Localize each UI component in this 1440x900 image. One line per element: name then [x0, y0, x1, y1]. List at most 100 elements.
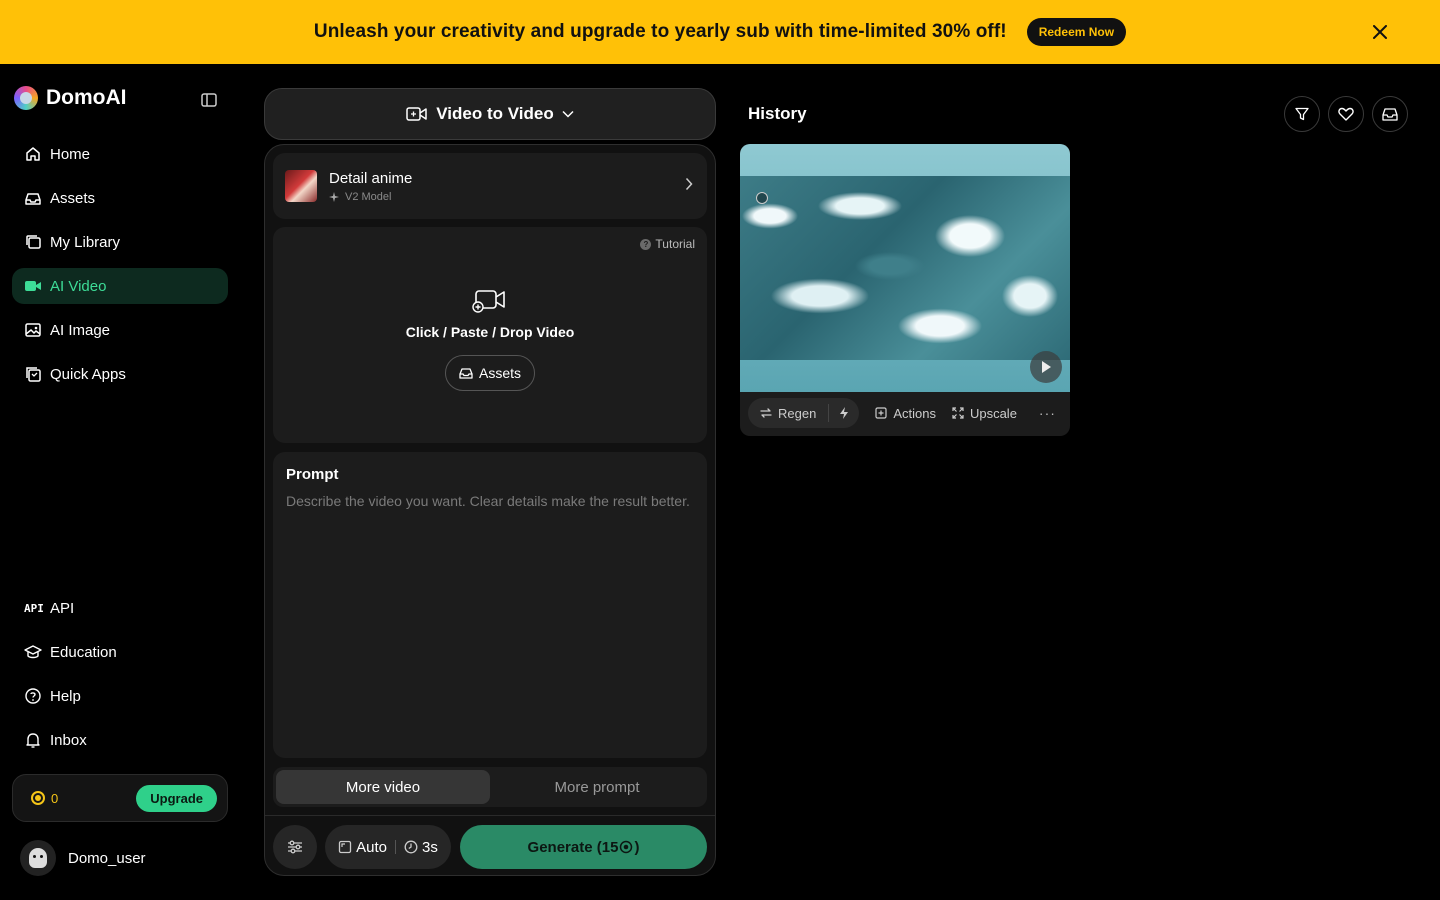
- help-icon: [25, 688, 41, 704]
- assets-button[interactable]: [1372, 96, 1408, 132]
- credit-count: 0: [51, 790, 59, 806]
- settings-button[interactable]: [273, 825, 317, 869]
- params-button[interactable]: Auto 3s: [325, 825, 451, 869]
- ocean-waves-image: [740, 176, 1070, 360]
- model-name: Detail anime: [329, 169, 413, 187]
- user-profile[interactable]: Domo_user: [20, 840, 146, 876]
- sidebar-item-label: Quick Apps: [50, 365, 126, 383]
- sidebar-item-ai-video[interactable]: AI Video: [12, 268, 228, 304]
- actions-label: Actions: [893, 405, 936, 421]
- favorites-button[interactable]: [1328, 96, 1364, 132]
- credits-box: 0 Upgrade: [12, 774, 228, 822]
- generate-button[interactable]: Generate (15 ): [460, 825, 707, 869]
- sidebar-item-home[interactable]: Home: [12, 136, 228, 172]
- sidebar-item-label: AI Image: [50, 321, 111, 339]
- heart-icon: [1338, 107, 1354, 121]
- video-camera-icon: [25, 281, 41, 291]
- sidebar-item-my-library[interactable]: My Library: [12, 224, 228, 260]
- sidebar-item-quick-apps[interactable]: Quick Apps: [12, 356, 228, 392]
- model-selector[interactable]: Detail anime V2 Model: [273, 153, 707, 219]
- clock-icon: [404, 840, 418, 854]
- help-icon: ?: [640, 238, 652, 250]
- mode-label: Video to Video: [436, 104, 554, 123]
- library-icon: [26, 235, 41, 249]
- prompt-title: Prompt: [286, 466, 339, 483]
- assets-icon: [25, 193, 41, 205]
- assets-icon: [1382, 108, 1398, 121]
- sidebar-item-help[interactable]: Help: [12, 678, 228, 714]
- regen-label: Regen: [778, 405, 817, 421]
- assets-button[interactable]: Assets: [445, 355, 535, 391]
- filter-icon: [1295, 107, 1309, 121]
- aspect-ratio-icon: [338, 840, 352, 854]
- avatar: [20, 840, 56, 876]
- upgrade-button[interactable]: Upgrade: [136, 784, 217, 812]
- more-options-icon[interactable]: ···: [1039, 405, 1056, 421]
- refresh-icon: [760, 408, 772, 418]
- logo-icon: [14, 86, 38, 110]
- emphasis-toggle: More video More prompt: [273, 767, 707, 807]
- apps-icon: [26, 367, 41, 382]
- generate-bar: Auto 3s Generate (15 ): [265, 815, 715, 875]
- actions-button[interactable]: Actions: [875, 406, 936, 421]
- sidebar-item-api[interactable]: API API: [12, 590, 228, 626]
- model-thumbnail: [285, 170, 317, 202]
- sidebar-item-label: Help: [50, 687, 81, 705]
- upscale-label: Upscale: [969, 405, 1017, 421]
- prompt-area[interactable]: Prompt Describe the video you want. Clea…: [273, 452, 707, 758]
- sparkle-icon: [329, 191, 339, 202]
- api-icon: API: [24, 601, 44, 615]
- sidebar-item-label: Assets: [50, 189, 96, 207]
- assets-button-label: Assets: [478, 365, 521, 381]
- mode-selector[interactable]: Video to Video: [264, 88, 716, 140]
- ratio-value: Auto: [356, 838, 387, 856]
- sidebar-item-label: Education: [50, 643, 117, 661]
- bell-icon: [26, 733, 40, 748]
- generate-suffix: ): [634, 838, 640, 856]
- sidebar-item-education[interactable]: Education: [12, 634, 228, 670]
- graduation-cap-icon: [24, 645, 42, 659]
- history-title: History: [748, 104, 807, 123]
- more-video-option[interactable]: More video: [276, 770, 490, 804]
- prompt-input[interactable]: Describe the video you want. Clear detai…: [286, 491, 694, 511]
- sidebar-item-ai-image[interactable]: AI Image: [12, 312, 228, 348]
- sidebar-item-label: AI Video: [50, 277, 107, 295]
- regen-button[interactable]: Regen: [748, 398, 828, 428]
- upscale-button[interactable]: Upscale: [952, 406, 1017, 421]
- actions-icon: [875, 407, 887, 419]
- sidebar-item-assets[interactable]: Assets: [12, 180, 228, 216]
- home-icon: [26, 147, 40, 161]
- more-prompt-option[interactable]: More prompt: [490, 770, 704, 804]
- video-thumbnail[interactable]: [740, 144, 1070, 392]
- redeem-now-button[interactable]: Redeem Now: [1026, 18, 1127, 46]
- quick-regen-button[interactable]: [829, 398, 859, 428]
- upload-instruction: Click / Paste / Drop Video: [405, 324, 575, 340]
- tutorial-link[interactable]: ? Tutorial: [640, 237, 695, 251]
- sidebar-item-label: My Library: [50, 233, 121, 251]
- banner-text: Unleash your creativity and upgrade to y…: [313, 21, 1007, 42]
- sidebar-item-label: Inbox: [50, 731, 87, 749]
- username: Domo_user: [68, 849, 146, 867]
- model-version: V2 Model: [345, 190, 392, 203]
- close-icon[interactable]: [1368, 20, 1392, 44]
- sidebar: DomoAI Home Assets My Library AI Video A…: [0, 64, 240, 900]
- add-video-icon: [472, 290, 505, 313]
- history-card[interactable]: Regen Actions Upscale ···: [740, 144, 1070, 436]
- filter-button[interactable]: [1284, 96, 1320, 132]
- play-icon[interactable]: [1030, 351, 1062, 383]
- sidebar-item-inbox[interactable]: Inbox: [12, 722, 228, 758]
- lightning-icon: [840, 407, 849, 419]
- expand-icon: [952, 407, 964, 419]
- sidebar-collapse-icon[interactable]: [200, 91, 220, 111]
- card-actions: Regen Actions Upscale ···: [748, 398, 1056, 428]
- brand-logo[interactable]: DomoAI: [14, 86, 127, 110]
- generator-panel: Detail anime V2 Model ? Tutorial Click /…: [264, 144, 716, 876]
- video-upload-area[interactable]: ? Tutorial Click / Paste / Drop Video As…: [273, 227, 707, 443]
- chevron-right-icon: [685, 177, 693, 191]
- brand-name: DomoAI: [46, 86, 127, 109]
- promo-banner: Unleash your creativity and upgrade to y…: [0, 0, 1440, 64]
- duration-value: 3s: [422, 838, 438, 856]
- sidebar-item-label: API: [50, 599, 75, 617]
- image-icon: [25, 323, 41, 337]
- assets-icon: [459, 368, 473, 379]
